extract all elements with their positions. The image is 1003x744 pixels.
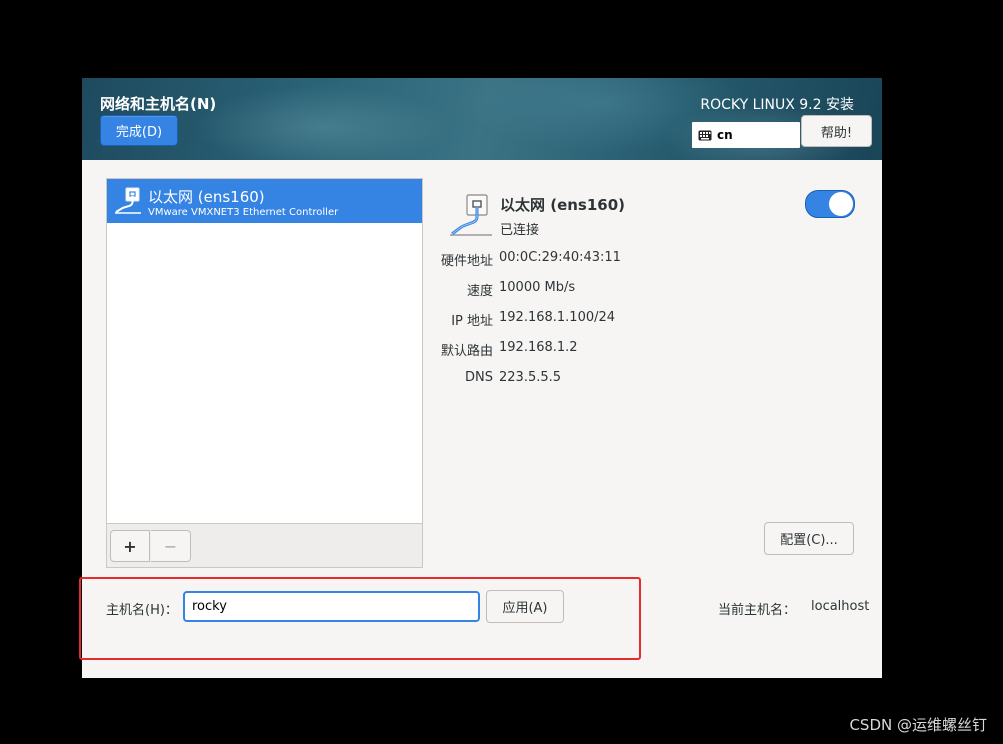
ip-address-value: 192.168.1.100/24: [499, 310, 616, 325]
device-list-item-ens160[interactable]: 以太网 (ens160) VMware VMXNET3 Ethernet Con…: [107, 179, 422, 223]
current-hostname-label: 当前主机名：: [718, 603, 797, 618]
product-title: ROCKY LINUX 9.2 安装: [700, 97, 854, 113]
help-button[interactable]: 帮助!: [801, 115, 872, 147]
default-route-value: 192.168.1.2: [499, 340, 578, 355]
keyboard-layout-indicator[interactable]: cn: [692, 122, 800, 148]
keyboard-icon: [698, 130, 712, 140]
ethernet-device-icon: [450, 194, 492, 236]
speed-label: 速度: [466, 284, 493, 299]
hardware-address-label: 硬件地址: [440, 254, 493, 269]
ethernet-icon: [115, 187, 141, 214]
device-name: 以太网 (ens160): [500, 196, 626, 214]
device-list-item-description: VMware VMXNET3 Ethernet Controller: [148, 207, 339, 218]
device-status: 已连接: [500, 223, 540, 238]
current-hostname-value: localhost: [811, 599, 870, 614]
device-list-toolbar: + −: [107, 523, 422, 567]
spoke-title: 网络和主机名(N): [100, 95, 217, 113]
default-route-label: 默认路由: [440, 344, 493, 359]
apply-hostname-button[interactable]: 应用(A): [486, 590, 564, 623]
watermark: CSDN @运维螺丝钉: [849, 716, 987, 734]
speed-value: 10000 Mb/s: [499, 280, 576, 295]
dns-value: 223.5.5.5: [499, 370, 562, 385]
network-hostname-window: 网络和主机名(N) 完成(D) ROCKY LINUX 9.2 安装 cn 帮助…: [82, 78, 882, 678]
device-enable-toggle[interactable]: [805, 190, 855, 218]
add-device-button[interactable]: +: [110, 530, 150, 562]
network-device-list: 以太网 (ens160) VMware VMXNET3 Ethernet Con…: [106, 178, 423, 568]
dns-label: DNS: [465, 370, 493, 385]
hardware-address-value: 00:0C:29:40:43:11: [499, 250, 621, 265]
toggle-knob: [829, 192, 853, 216]
done-button[interactable]: 完成(D): [100, 115, 178, 146]
header-bar: 网络和主机名(N) 完成(D) ROCKY LINUX 9.2 安装 cn 帮助…: [82, 78, 882, 160]
device-list-item-name: 以太网 (ens160): [148, 188, 265, 206]
ip-address-label: IP 地址: [451, 314, 493, 329]
configure-button[interactable]: 配置(C)...: [764, 522, 854, 555]
hostname-label: 主机名(H)：: [106, 603, 178, 618]
hostname-input[interactable]: [183, 591, 480, 622]
remove-device-button[interactable]: −: [151, 530, 191, 562]
keyboard-layout-label: cn: [717, 128, 733, 142]
